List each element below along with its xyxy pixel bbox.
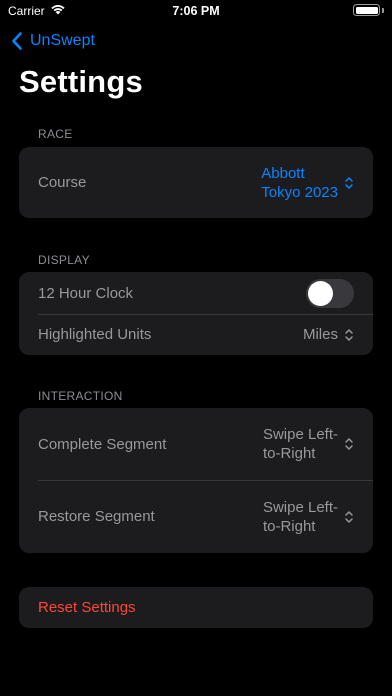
restore-value-line2: to-Right — [262, 517, 316, 535]
restore-segment-label: Restore Segment — [38, 508, 155, 525]
back-label: UnSwept — [30, 32, 95, 49]
chevron-up-down-icon — [345, 328, 353, 341]
display-group: 12 Hour Clock Highlighted Units Miles — [19, 272, 373, 355]
clock-row: 12 Hour Clock — [19, 272, 373, 314]
complete-value-line1: Swipe Left- — [262, 426, 338, 443]
interaction-group: Complete Segment Swipe Left- to-Right Re… — [19, 408, 373, 553]
section-header-race: RACE — [38, 127, 73, 141]
chevron-left-icon — [12, 32, 22, 50]
course-label: Course — [38, 174, 87, 191]
battery-tip — [382, 8, 384, 13]
course-row[interactable]: Course Abbott Tokyo 2023 — [19, 147, 373, 218]
clock-time: 7:06 PM — [172, 4, 220, 18]
complete-value-line2: to-Right — [262, 445, 316, 462]
page-title: Settings — [19, 64, 143, 99]
clock-toggle[interactable] — [306, 278, 354, 308]
restore-segment-picker[interactable]: Swipe Left- to-Right — [263, 498, 354, 536]
reset-settings-label: Reset Settings — [38, 599, 136, 616]
toggle-knob — [308, 280, 333, 306]
reset-settings-button[interactable]: Reset Settings — [19, 587, 373, 628]
course-value-line2: Tokyo 2023 — [261, 183, 338, 201]
section-header-interaction: INTERACTION — [38, 389, 123, 403]
status-bar: Carrier 7:06 PM — [0, 0, 392, 22]
section-header-display: DISPLAY — [38, 253, 90, 267]
reset-group: Reset Settings — [19, 587, 373, 628]
course-value-line1: Abbott — [261, 164, 305, 182]
units-picker[interactable]: Miles — [303, 325, 354, 344]
battery-level — [355, 6, 378, 14]
race-group: Course Abbott Tokyo 2023 — [19, 147, 373, 218]
restore-segment-row[interactable]: Restore Segment Swipe Left- to-Right — [19, 480, 373, 553]
complete-segment-row[interactable]: Complete Segment Swipe Left- to-Right — [19, 408, 373, 480]
units-row[interactable]: Highlighted Units Miles — [19, 314, 373, 355]
chevron-up-down-icon — [345, 176, 353, 189]
chevron-up-down-icon — [345, 510, 353, 523]
units-label: Highlighted Units — [38, 326, 152, 343]
units-value: Miles — [302, 326, 338, 343]
back-button[interactable]: UnSwept — [10, 29, 95, 53]
clock-label: 12 Hour Clock — [38, 284, 134, 302]
battery-icon — [353, 4, 380, 16]
complete-segment-picker[interactable]: Swipe Left- to-Right — [263, 425, 354, 463]
restore-value-line1: Swipe Left- — [262, 498, 338, 516]
chevron-up-down-icon — [345, 438, 353, 450]
course-picker[interactable]: Abbott Tokyo 2023 — [261, 164, 354, 202]
complete-segment-label: Complete Segment — [38, 435, 167, 453]
